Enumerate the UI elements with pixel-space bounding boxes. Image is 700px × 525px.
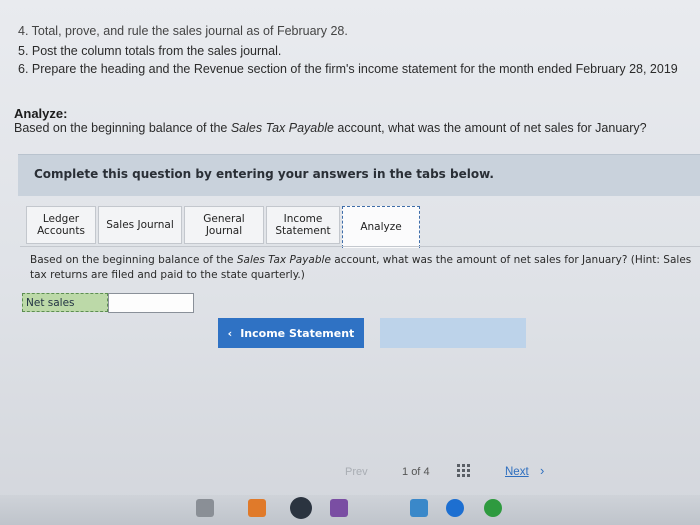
prev-tab-button[interactable]: ‹ Income Statement	[218, 318, 364, 348]
analyze-question: Based on the beginning balance of the Sa…	[14, 121, 647, 135]
instruction-step-4: 4. Total, prove, and rule the sales jour…	[18, 24, 348, 38]
instruction-step-6: 6. Prepare the heading and the Revenue s…	[18, 62, 678, 76]
tab-general-journal[interactable]: General Journal	[184, 206, 264, 244]
analyze-heading: Analyze:	[14, 106, 68, 121]
app-icon[interactable]	[248, 499, 266, 517]
pager-prev[interactable]: Prev	[345, 466, 368, 478]
prev-tab-label: Income Statement	[240, 326, 355, 340]
hp-logo-icon[interactable]	[290, 497, 312, 519]
next-tab-button[interactable]	[380, 318, 526, 348]
tab-sales-journal[interactable]: Sales Journal	[98, 206, 182, 244]
pager-count: 1 of 4	[402, 466, 430, 478]
banner-text: Complete this question by entering your …	[34, 167, 494, 181]
app-icon[interactable]	[330, 499, 348, 517]
tab-income-statement[interactable]: Income Statement	[266, 206, 340, 244]
tab-content-divider	[20, 246, 700, 247]
grid-icon[interactable]	[457, 464, 471, 478]
instruction-step-5: 5. Post the column totals from the sales…	[18, 44, 282, 58]
pager-next[interactable]: Next	[505, 466, 529, 478]
net-sales-label: Net sales	[22, 293, 108, 312]
chevron-right-icon[interactable]: ›	[540, 463, 544, 478]
page: 4. Total, prove, and rule the sales jour…	[0, 0, 700, 525]
instructions-banner: Complete this question by entering your …	[18, 154, 700, 196]
tab-ledger-accounts[interactable]: Ledger Accounts	[26, 206, 96, 244]
tab-analyze[interactable]: Analyze	[342, 206, 420, 248]
edge-icon[interactable]	[446, 499, 464, 517]
net-sales-input[interactable]	[108, 293, 194, 313]
taskview-icon[interactable]	[196, 499, 214, 517]
taskbar	[0, 495, 700, 525]
app-icon[interactable]	[484, 499, 502, 517]
tab-question: Based on the beginning balance of the Sa…	[30, 254, 692, 281]
chevron-left-icon: ‹	[227, 326, 233, 340]
store-icon[interactable]	[410, 499, 428, 517]
